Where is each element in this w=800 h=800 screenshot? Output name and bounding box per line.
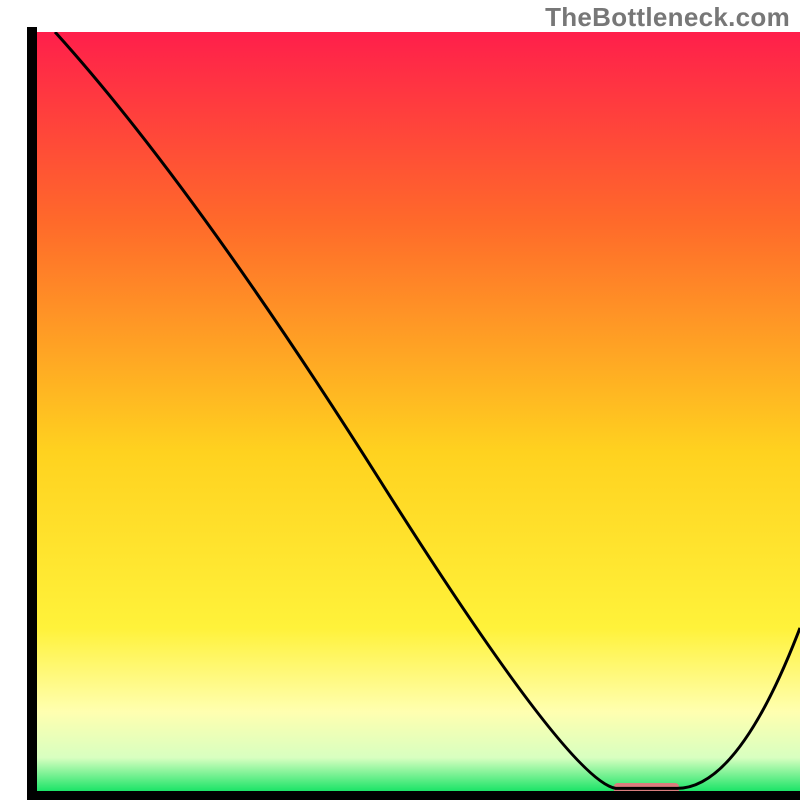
plot-area	[32, 32, 800, 796]
chart-container: TheBottleneck.com	[0, 0, 800, 800]
watermark-text: TheBottleneck.com	[545, 2, 790, 33]
gradient-background	[32, 32, 800, 796]
bottleneck-chart	[0, 0, 800, 800]
